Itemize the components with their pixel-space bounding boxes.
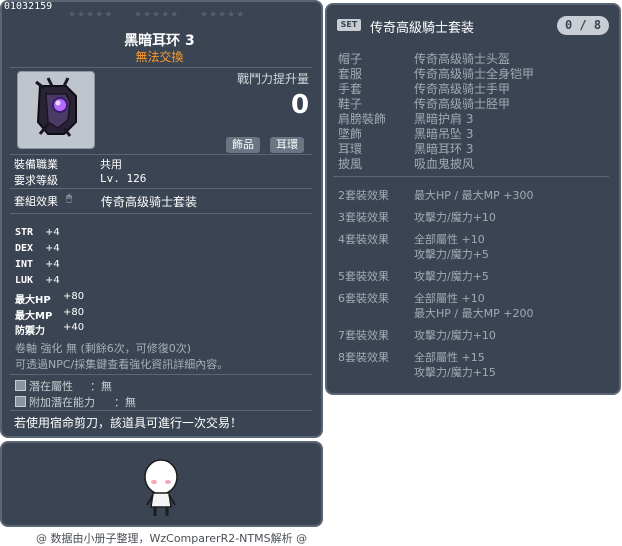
divider [10,154,312,155]
stat-name: 最大MP [15,311,53,322]
set-effect-text: 全部屬性 +15 [414,351,485,364]
set-effect-label: 套組效果 [14,195,58,208]
set-effect-text: 攻擊力/魔力+15 [414,366,496,379]
set-effect-text: 最大HP / 最大MP +300 [414,189,534,202]
scissors-trade-note: 若使用宿命剪刀，該道具可進行一次交易！ [14,416,243,430]
upgrade-note: 可透過NPC/採集鍵查看強化資訊詳細內容。 [15,358,229,371]
type-tag[interactable]: 耳環 [270,137,304,153]
set-title: 传奇高級騎士套装 [370,21,475,36]
set-effect-text: 攻擊力/魔力+10 [414,329,496,342]
stat-name: STR [15,227,34,238]
set-effect-tier-label: 5套裝效果 [338,270,389,283]
stat-value: +4 [45,243,60,254]
set-effect-tier-label: 8套裝效果 [338,351,389,364]
stat-name: INT [15,259,34,270]
star-force-stars: ★★★★★ [200,10,246,20]
set-effect-text: 全部屬性 +10 [414,292,485,305]
set-effect-tier-label: 4套裝效果 [338,233,389,246]
set-badge: SET [337,19,361,31]
level-requirement-label: 要求等級 [14,174,58,187]
bonus-potential-label: 附加潛在能力 [29,396,95,409]
set-effect-text: 攻擊力/魔力+5 [414,248,489,261]
stat-value: +4 [45,275,60,286]
upgrade-info: 卷軸 強化 無 (剩餘6次，可修復0次) [15,342,192,355]
set-effect-text: 攻擊力/魔力+5 [414,270,489,283]
bonus-potential-icon [15,396,26,407]
item-tooltip-panel [0,0,323,438]
stat-name: DEX [15,243,34,254]
divider [10,410,312,411]
potential-label: 潛在屬性 [29,380,73,393]
stat-value: +4 [45,259,60,270]
set-effect-text: 攻擊力/魔力+10 [414,211,496,224]
level-requirement-value: Lv. 126 [100,172,147,185]
star-force-stars: ★★★★★ [134,10,180,20]
set-effect-tier-label: 3套裝效果 [338,211,389,224]
footer-credit: @ 数据由小册子整理，WzComparerR2-NTMS解析 @ [36,532,308,545]
stat-value: +80 [63,291,85,302]
divider [10,374,312,375]
set-effect-tier-label: 6套裝效果 [338,292,389,305]
set-part-slot: 披風 [338,157,363,171]
stat-value: +80 [63,307,85,318]
job-requirement-value: 共用 [100,158,122,171]
potential-value: ：無 [90,380,112,393]
mouse-icon: 🖱 [66,193,72,204]
set-count-badge: 0 / 8 [557,16,609,35]
set-effect-name: 传奇高级骑士套装 [101,195,198,209]
divider [10,67,312,68]
combat-power-label: 戰鬥力提升量 [237,72,310,86]
star-force-stars: ★★★★★ [68,10,114,20]
job-requirement-label: 裝備職業 [14,158,58,171]
combat-power-value: 0 [291,90,310,120]
item-name: 黑暗耳环 3 [124,33,195,49]
divider [10,188,312,189]
divider [333,176,609,177]
stat-name: LUK [15,275,34,286]
divider [10,213,312,214]
untradeable-label: 無法交換 [135,50,184,64]
set-effect-tier-label: 7套裝效果 [338,329,389,342]
set-part-item: 吸血鬼披风 [414,157,475,171]
set-effect-tier-label: 2套裝效果 [338,189,389,202]
stat-value: +40 [63,322,85,333]
stat-name: 最大HP [15,295,51,306]
item-icon-frame [17,71,95,149]
earring-icon [35,77,77,137]
potential-icon [15,380,26,391]
avatar-icon [144,459,178,516]
bonus-potential-value: ：無 [114,396,136,409]
item-code: 01032159 [4,1,53,12]
stat-value: +4 [45,227,60,238]
set-effect-text: 全部屬性 +10 [414,233,485,246]
category-tag[interactable]: 飾品 [226,137,260,153]
stat-name: 防禦力 [15,326,45,337]
set-effect-text: 最大HP / 最大MP +200 [414,307,534,320]
